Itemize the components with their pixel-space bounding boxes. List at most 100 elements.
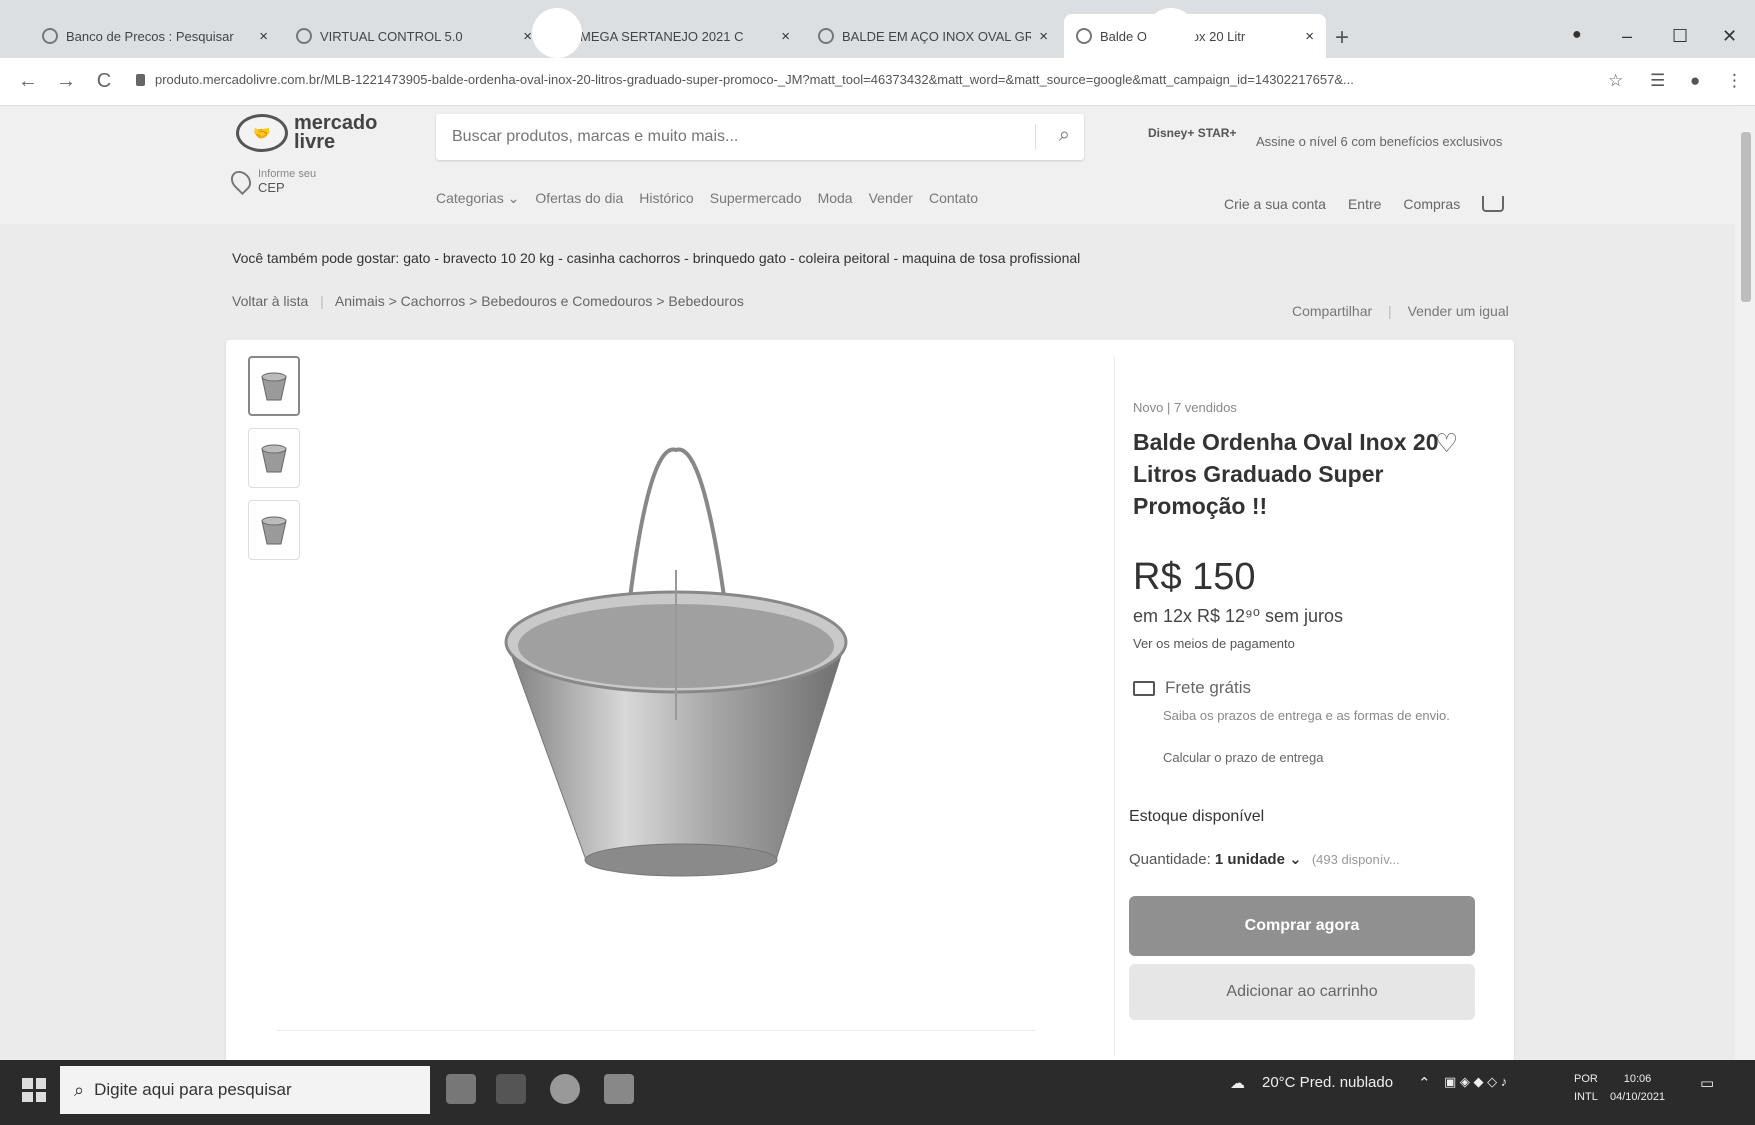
windows-taskbar: ⌕ Digite aqui para pesquisar ☁ 20°C Pred… xyxy=(0,1060,1755,1125)
image-divider xyxy=(276,1030,1036,1031)
create-account-link[interactable]: Crie a sua conta xyxy=(1224,196,1326,212)
forward-button[interactable]: → xyxy=(56,70,76,93)
product-thumbnail[interactable] xyxy=(248,500,300,560)
tab-favicon-icon xyxy=(42,28,58,44)
suggestions-bar[interactable]: Você também pode gostar: gato - bravecto… xyxy=(232,250,1080,266)
cart-icon[interactable] xyxy=(1482,196,1505,212)
nav-categorias[interactable]: Categorias ⌄ xyxy=(436,190,519,207)
chrome-icon[interactable] xyxy=(550,1074,580,1104)
system-clock[interactable]: 10:06 04/10/2021 xyxy=(1610,1070,1665,1106)
scrollbar-thumb[interactable] xyxy=(1741,132,1751,302)
tab-title: Banco de Precos : Pesquisar xyxy=(66,28,234,44)
page-scrollbar[interactable] xyxy=(1735,106,1755,1060)
tab-favicon-icon xyxy=(296,28,312,44)
share-link[interactable]: Compartilhar xyxy=(1292,303,1372,319)
location-pin-icon xyxy=(226,166,256,196)
nav-moda[interactable]: Moda xyxy=(818,190,853,207)
product-thumbnail[interactable] xyxy=(248,356,300,416)
payment-methods-link[interactable]: Ver os meios de pagamento xyxy=(1133,636,1295,651)
app-icon[interactable] xyxy=(604,1074,634,1104)
product-main-image[interactable] xyxy=(486,420,866,900)
breadcrumb-path[interactable]: Animais > Cachorros > Bebedouros e Comed… xyxy=(335,293,744,309)
buy-now-button[interactable]: Comprar agora xyxy=(1129,896,1475,956)
quantity-value[interactable]: 1 unidade ⌄ xyxy=(1215,851,1302,868)
account-icon[interactable]: ● xyxy=(1690,71,1700,91)
tab-title: BALDE EM AÇO INOX OVAL GRA xyxy=(842,28,1032,44)
tab-close-icon[interactable]: × xyxy=(781,28,790,45)
nav-supermercado[interactable]: Supermercado xyxy=(710,190,802,207)
clock-date: 04/10/2021 xyxy=(1610,1091,1666,1103)
search-icon[interactable]: ⌕ xyxy=(1059,124,1070,147)
purchases-link[interactable]: Compras xyxy=(1403,196,1460,212)
tab-title: Balde O Oval Inox 20 Litr xyxy=(1100,28,1246,44)
subscription-promo[interactable]: Assine o nível 6 com benefícios exclusiv… xyxy=(1256,134,1502,149)
nav-vender[interactable]: Vender xyxy=(869,190,913,207)
favorite-heart-icon[interactable]: ♡ xyxy=(1435,428,1458,459)
bucket-thumb-icon xyxy=(261,372,287,401)
sell-similar-link[interactable]: Vender um igual xyxy=(1408,303,1509,319)
nav-historico[interactable]: Histórico xyxy=(639,190,693,207)
close-window-button[interactable]: ✕ xyxy=(1722,26,1737,47)
nav-contato[interactable]: Contato xyxy=(929,190,978,207)
file-explorer-icon[interactable] xyxy=(446,1074,476,1104)
tray-icons[interactable]: ▣ ◈ ◆ ◇ ♪ xyxy=(1444,1074,1507,1090)
free-shipping: Frete grátis xyxy=(1133,678,1251,698)
bucket-thumb-icon xyxy=(261,516,287,545)
tab-mega-sertanejo[interactable]: MEGA SERTANEJO 2021 C × xyxy=(568,14,802,58)
share-links: Compartilhar | Vender um igual xyxy=(1292,303,1509,319)
tab-banco-de-precos[interactable]: Banco de Precos : Pesquisar × xyxy=(30,14,280,58)
browser-tab-bar: Banco de Precos : Pesquisar × VIRTUAL CO… xyxy=(0,0,1755,58)
account-links: Crie a sua conta Entre Compras xyxy=(1224,196,1526,212)
taskbar-search[interactable]: ⌕ Digite aqui para pesquisar xyxy=(60,1066,430,1114)
nav-ofertas[interactable]: Ofertas do dia xyxy=(535,190,623,207)
reload-button[interactable]: C xyxy=(94,70,114,93)
language-indicator[interactable]: POR INTL xyxy=(1574,1070,1598,1106)
calculate-shipping-link[interactable]: Calcular o prazo de entrega xyxy=(1163,750,1323,765)
disney-star-badge[interactable]: Disney+ STAR+ xyxy=(1148,126,1236,140)
minimize-button[interactable]: – xyxy=(1622,26,1632,47)
page-content: 🤝 mercado livre ⌕ Disney+ STAR+ Assine o… xyxy=(0,106,1735,1060)
bookmark-star-icon[interactable]: ☆ xyxy=(1608,71,1623,91)
notification-icon[interactable]: ▭ xyxy=(1700,1074,1714,1092)
product-thumbnail[interactable] xyxy=(248,428,300,488)
shipping-description: Saiba os prazos de entrega e as formas d… xyxy=(1163,708,1450,723)
cep-value: CEP xyxy=(258,180,285,195)
site-header: 🤝 mercado livre ⌕ Disney+ STAR+ Assine o… xyxy=(0,106,1735,224)
url-field[interactable]: produto.mercadolivre.com.br/MLB-12214739… xyxy=(155,72,1605,87)
tab-close-icon[interactable]: × xyxy=(523,28,532,45)
mercadolivre-logo[interactable]: 🤝 mercado livre xyxy=(236,113,384,152)
cep-label: Informe seu xyxy=(258,168,317,180)
browser-menu-icon[interactable]: ⋮ xyxy=(1726,71,1743,91)
profile-icon[interactable]: ● xyxy=(1572,26,1582,44)
windows-start-icon[interactable] xyxy=(22,1078,46,1102)
reading-list-icon[interactable]: ☰ xyxy=(1650,71,1665,91)
tab-close-icon[interactable]: × xyxy=(1039,28,1048,45)
breadcrumb: Voltar à lista | Animais > Cachorros > B… xyxy=(232,293,744,309)
tray-chevron-icon[interactable]: ⌃ xyxy=(1418,1074,1431,1092)
buy-box: Novo | 7 vendidos Balde Ordenha Oval Ino… xyxy=(1114,356,1484,1056)
search-box[interactable]: ⌕ xyxy=(436,114,1084,160)
search-input[interactable] xyxy=(436,114,1016,160)
share-separator: | xyxy=(1388,303,1392,319)
add-to-cart-button[interactable]: Adicionar ao carrinho xyxy=(1129,964,1475,1020)
tab-title: VIRTUAL CONTROL 5.0 xyxy=(320,28,463,44)
back-button[interactable]: ← xyxy=(18,70,38,93)
maximize-button[interactable]: ☐ xyxy=(1672,26,1688,47)
cep-selector[interactable]: Informe seu CEP xyxy=(226,166,317,196)
mercadolivre-favicon-icon xyxy=(1076,28,1092,44)
quantity-available: (493 disponív... xyxy=(1311,852,1400,867)
word-icon[interactable] xyxy=(496,1074,526,1104)
login-link[interactable]: Entre xyxy=(1348,196,1381,212)
truck-icon xyxy=(1133,680,1155,696)
weather-text[interactable]: 20°C Pred. nublado xyxy=(1262,1074,1393,1091)
quantity-selector[interactable]: Quantidade: 1 unidade ⌄ (493 disponív... xyxy=(1129,850,1400,868)
handshake-icon: 🤝 xyxy=(236,114,288,152)
tab-balde-aco-inox[interactable]: BALDE EM AÇO INOX OVAL GRA × xyxy=(806,14,1060,58)
new-tab-button[interactable]: + xyxy=(1335,24,1349,52)
tab-close-icon[interactable]: × xyxy=(1305,28,1314,45)
back-to-list-link[interactable]: Voltar à lista xyxy=(232,293,308,309)
redaction-blot xyxy=(532,8,582,58)
tab-close-icon[interactable]: × xyxy=(259,28,268,45)
main-nav: Categorias ⌄ Ofertas do dia Histórico Su… xyxy=(436,190,994,207)
tab-virtual-control[interactable]: VIRTUAL CONTROL 5.0 × xyxy=(284,14,544,58)
